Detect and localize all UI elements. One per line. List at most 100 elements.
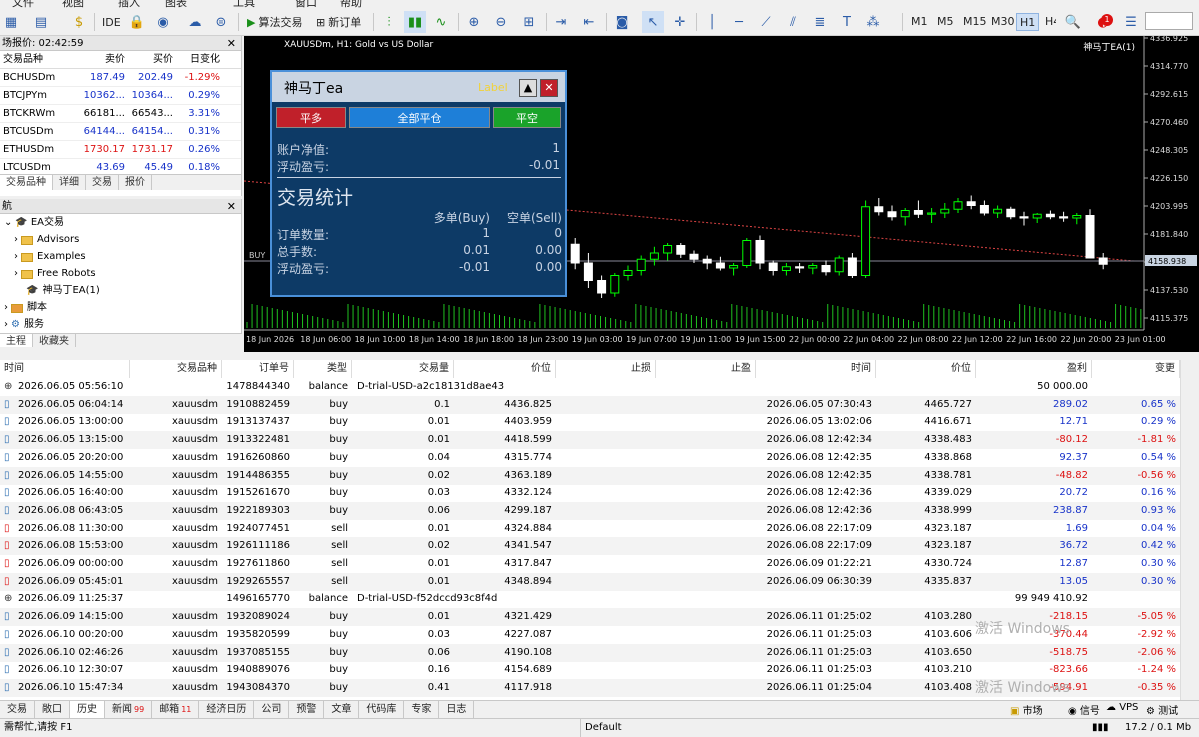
autoscroll-icon[interactable]: ⇥ bbox=[550, 11, 572, 33]
tf-m5[interactable]: M5 bbox=[934, 13, 957, 31]
table-scrollbar[interactable] bbox=[1180, 360, 1199, 700]
col-ask[interactable]: 买价 bbox=[128, 51, 176, 68]
column-header-volume[interactable]: 交易量 bbox=[352, 360, 454, 378]
line-chart-icon[interactable]: ∿ bbox=[430, 11, 452, 33]
zoom-in-icon[interactable]: ⊕ bbox=[463, 11, 485, 33]
column-header-time[interactable]: 时间 bbox=[0, 360, 130, 378]
table-row[interactable]: ▯ 2026.06.10 02:46:26 xauusdm 1937085155 buy… bbox=[0, 643, 1180, 662]
toolbox-tab[interactable]: 经济日历 bbox=[199, 701, 255, 718]
menu-view[interactable]: 视图 bbox=[62, 0, 84, 8]
toolbox-tab[interactable]: 新闻 99 bbox=[105, 701, 153, 718]
col-change[interactable]: 日变化 bbox=[176, 51, 224, 68]
tf-m1[interactable]: M1 bbox=[908, 13, 931, 31]
vps-link[interactable]: ☁ VPS bbox=[1106, 702, 1138, 713]
table-row[interactable]: ▯ 2026.06.09 00:00:00 xauusdm 1927611860 sel… bbox=[0, 555, 1180, 573]
close-icon[interactable]: ✕ bbox=[540, 79, 558, 97]
market-watch-row[interactable]: ETHUSDm 1730.17 1731.17 0.26% bbox=[0, 141, 241, 159]
cloud-icon[interactable]: ☁ bbox=[184, 11, 206, 33]
cursor-icon[interactable]: ↖ bbox=[642, 11, 664, 33]
market-icon[interactable]: $ bbox=[68, 11, 90, 33]
column-header-sl[interactable]: 止损 bbox=[556, 360, 656, 378]
signals-icon[interactable]: ◉ bbox=[152, 11, 174, 33]
tile-windows-icon[interactable]: ⊞ bbox=[518, 11, 540, 33]
nav-item-expert-advisors[interactable]: ⌄ 🎓 EA交易 bbox=[4, 215, 64, 231]
table-row[interactable]: ▯ 2026.06.05 06:04:14 xauusdm 1910882459 buy… bbox=[0, 395, 1180, 414]
close-sell-button[interactable]: 平空 bbox=[493, 107, 561, 128]
minimize-icon[interactable]: ▲ bbox=[519, 79, 537, 97]
nav-item-examples[interactable]: › Examples bbox=[14, 249, 86, 265]
toolbox-tab[interactable]: 公司 bbox=[254, 701, 290, 718]
market-watch-row[interactable]: BTCJPYm 10362... 10364... 0.29% bbox=[0, 87, 241, 105]
close-buy-button[interactable]: 平多 bbox=[276, 107, 346, 128]
lock-icon[interactable]: 🔒 bbox=[126, 11, 148, 33]
channel-icon[interactable]: ⫽ bbox=[782, 11, 804, 33]
menu-help[interactable]: 帮助 bbox=[340, 0, 362, 8]
search-input[interactable] bbox=[1145, 12, 1193, 30]
close-icon[interactable]: ✕ bbox=[227, 36, 236, 51]
trendline-icon[interactable]: ⟋ bbox=[755, 11, 777, 33]
screenshot-icon[interactable]: ◙ bbox=[611, 11, 633, 33]
col-symbol[interactable]: 交易品种 bbox=[0, 51, 80, 68]
column-header-ctime[interactable]: 时间 bbox=[756, 360, 876, 378]
ea-panel[interactable]: 神马丁ea Label ▲ ✕ 平多 全部平仓 平空 账户净值: 1 浮动盈亏:… bbox=[270, 70, 567, 297]
nav-item-free-robots[interactable]: › Free Robots bbox=[14, 266, 96, 282]
toolbox-tab[interactable]: 代码库 bbox=[359, 701, 405, 718]
tab-favorites[interactable]: 收藏夹 bbox=[33, 334, 76, 347]
menu-window[interactable]: 窗口 bbox=[295, 0, 317, 8]
tab-symbols[interactable]: 交易品种 bbox=[0, 175, 53, 190]
toolbox-tab[interactable]: 专家 bbox=[404, 701, 440, 718]
tf-m15[interactable]: M15 bbox=[960, 13, 990, 31]
bar-chart-icon[interactable]: ⫶ bbox=[378, 11, 400, 33]
vps-icon[interactable]: ⊜ bbox=[210, 11, 232, 33]
column-header-type[interactable]: 类型 bbox=[294, 360, 352, 378]
menu-insert[interactable]: 插入 bbox=[118, 0, 140, 8]
table-row[interactable]: ⊕ 2026.06.09 11:25:37 1496165770 balance D-t… bbox=[0, 590, 1180, 608]
fibonacci-icon[interactable]: ≣ bbox=[809, 11, 831, 33]
tester-link[interactable]: ⚙ 测试 bbox=[1146, 702, 1178, 717]
settings-icon[interactable]: ☰ bbox=[1120, 11, 1142, 33]
search-icon[interactable]: 🔍 bbox=[1062, 11, 1084, 33]
horizontal-line-icon[interactable]: ─ bbox=[728, 11, 750, 33]
close-all-button[interactable]: 全部平仓 bbox=[349, 107, 490, 128]
tab-ticks[interactable]: 报价 bbox=[119, 175, 152, 190]
table-row[interactable]: ▯ 2026.06.05 13:15:00 xauusdm 1913322481 buy… bbox=[0, 431, 1180, 450]
menu-tools[interactable]: 工具 bbox=[233, 0, 255, 8]
column-header-cprice[interactable]: 价位 bbox=[876, 360, 976, 378]
table-row[interactable]: ▯ 2026.06.08 11:30:00 xauusdm 1924077451 sel… bbox=[0, 520, 1180, 538]
toolbox-tab[interactable]: 交易 bbox=[0, 701, 35, 718]
table-row[interactable]: ▯ 2026.06.05 14:55:00 xauusdm 1914486355 buy… bbox=[0, 466, 1180, 485]
market-watch-row[interactable]: BTCKRWm 66181... 66543... 3.31% bbox=[0, 105, 241, 123]
toolbox-tab[interactable]: 邮箱 11 bbox=[152, 701, 200, 718]
crosshair-icon[interactable]: ✛ bbox=[669, 11, 691, 33]
tf-m30[interactable]: M30 bbox=[988, 13, 1018, 31]
chart-shift-icon[interactable]: ⇤ bbox=[578, 11, 600, 33]
menu-file[interactable]: 文件 bbox=[12, 0, 34, 8]
table-row[interactable]: ▯ 2026.06.08 06:43:05 xauusdm 1922189303 buy… bbox=[0, 501, 1180, 520]
toolbox-tab[interactable]: 日志 bbox=[439, 701, 475, 718]
column-header-ticket[interactable]: 订单号 bbox=[222, 360, 294, 378]
ea-panel-header[interactable]: 神马丁ea Label ▲ ✕ bbox=[272, 72, 565, 102]
market-link[interactable]: ▣ 市场 bbox=[1010, 702, 1043, 717]
candlestick-icon[interactable]: ▮▮ bbox=[404, 11, 426, 33]
menu-charts[interactable]: 图表 bbox=[165, 0, 187, 8]
table-row[interactable]: ▯ 2026.06.09 05:45:01 xauusdm 1929265557 sel… bbox=[0, 572, 1180, 591]
market-watch-row[interactable]: BTCUSDm 64144... 64154... 0.31% bbox=[0, 123, 241, 141]
text-tool-icon[interactable]: T bbox=[836, 11, 858, 33]
col-bid[interactable]: 卖价 bbox=[80, 51, 128, 68]
nav-item-scripts[interactable]: › 脚本 bbox=[4, 300, 47, 316]
column-header-profit[interactable]: 盈利 bbox=[976, 360, 1092, 378]
zoom-out-icon[interactable]: ⊖ bbox=[490, 11, 512, 33]
ide-button[interactable]: IDE bbox=[98, 11, 125, 33]
tab-trading[interactable]: 交易 bbox=[86, 175, 119, 190]
close-icon[interactable]: ✕ bbox=[227, 199, 236, 214]
column-header-change[interactable]: 变更 bbox=[1092, 360, 1180, 378]
tab-common[interactable]: 主程 bbox=[0, 334, 33, 347]
table-row[interactable]: ▯ 2026.06.05 13:00:00 xauusdm 1913137437 buy… bbox=[0, 413, 1180, 431]
new-chart-icon[interactable]: ▦ bbox=[0, 11, 22, 33]
column-header-tp[interactable]: 止盈 bbox=[656, 360, 756, 378]
column-header-symbol[interactable]: 交易品种 bbox=[130, 360, 222, 378]
profiles-icon[interactable]: ▤ bbox=[30, 11, 52, 33]
table-row[interactable]: ▯ 2026.06.08 15:53:00 xauusdm 1926111186 sel… bbox=[0, 537, 1180, 556]
toolbox-tab[interactable]: 敞口 bbox=[35, 701, 70, 718]
tf-h4[interactable]: H4 bbox=[1042, 13, 1056, 31]
